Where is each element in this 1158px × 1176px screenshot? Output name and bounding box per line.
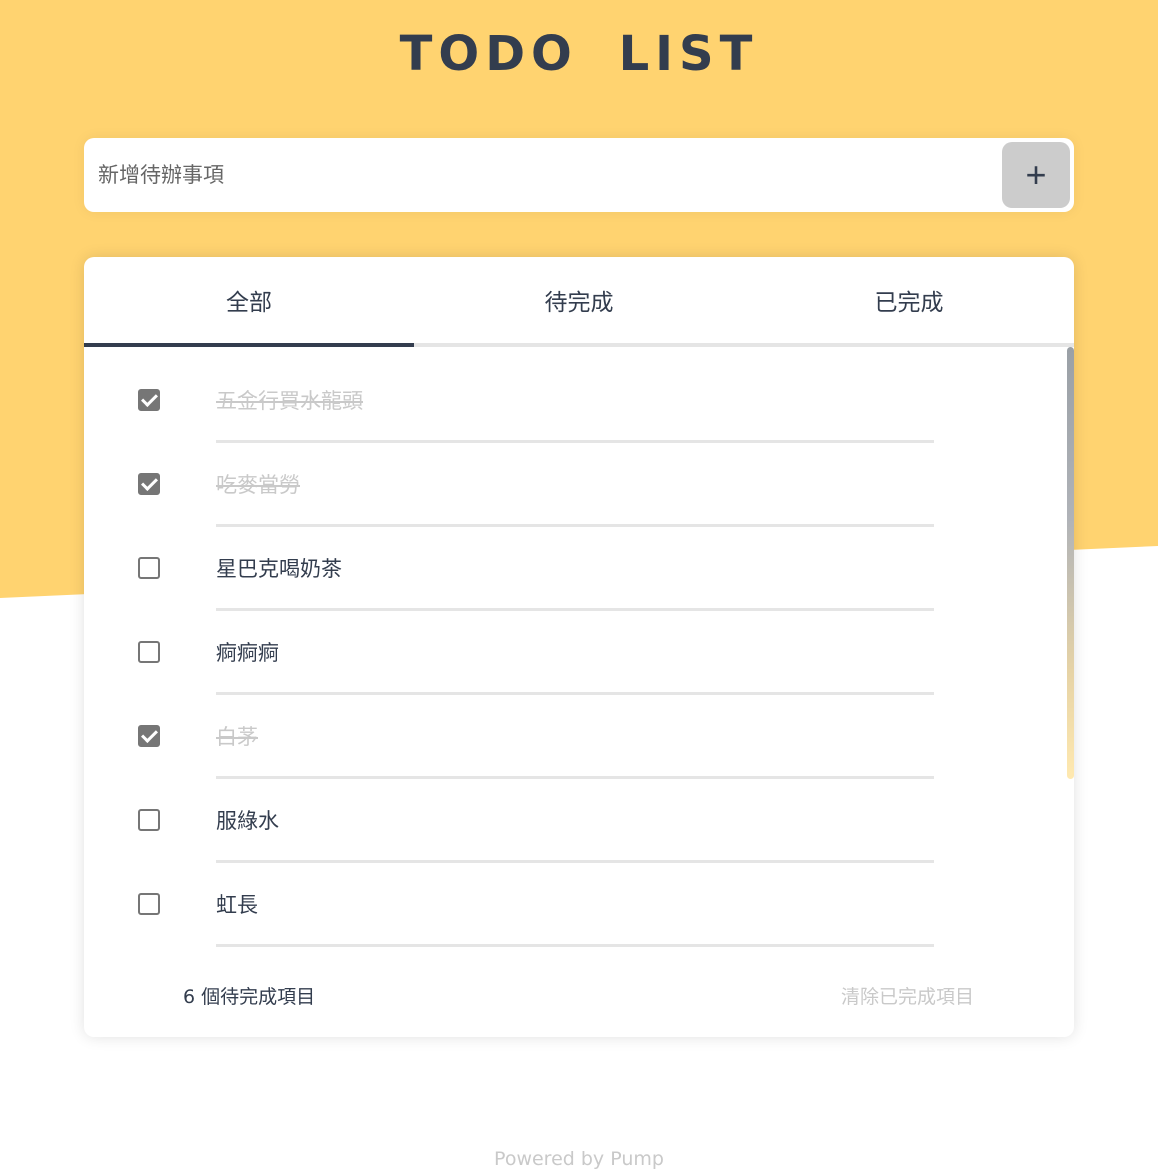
list-item: 虹長 bbox=[84, 873, 1074, 957]
add-button[interactable]: + bbox=[1002, 142, 1070, 208]
filter-tabs: 全部 待完成 已完成 bbox=[84, 257, 1074, 347]
todo-card: 全部 待完成 已完成 五金行買水龍頭 吃麥當勞 星巴克喝奶茶 痾痾痾 白茅 服綠… bbox=[84, 257, 1074, 1037]
list-item: 服綠水 bbox=[84, 789, 1074, 873]
tab-all[interactable]: 全部 bbox=[84, 257, 414, 347]
todo-checkbox[interactable] bbox=[138, 473, 160, 495]
list-item: 吃麥當勞 bbox=[84, 453, 1074, 537]
powered-by: Powered by Pump bbox=[494, 1148, 664, 1170]
todo-checkbox[interactable] bbox=[138, 725, 160, 747]
todo-checkbox[interactable] bbox=[138, 389, 160, 411]
todo-checkbox[interactable] bbox=[138, 557, 160, 579]
add-todo-bar: + bbox=[84, 138, 1074, 212]
tab-pending[interactable]: 待完成 bbox=[414, 257, 744, 347]
divider bbox=[216, 944, 934, 947]
todo-text: 吃麥當勞 bbox=[216, 473, 300, 497]
todo-checkbox[interactable] bbox=[138, 893, 160, 915]
tab-label: 已完成 bbox=[874, 290, 944, 316]
list-item: 五金行買水龍頭 bbox=[84, 369, 1074, 453]
plus-icon: + bbox=[1025, 154, 1047, 195]
divider bbox=[216, 692, 934, 695]
clear-completed-button[interactable]: 清除已完成項目 bbox=[841, 982, 974, 1009]
page-title: TODO LIST bbox=[399, 26, 759, 82]
divider bbox=[216, 776, 934, 779]
tab-completed[interactable]: 已完成 bbox=[744, 257, 1074, 347]
todo-text: 星巴克喝奶茶 bbox=[216, 557, 342, 581]
list-item: 星巴克喝奶茶 bbox=[84, 537, 1074, 621]
pending-count: 6 個待完成項目 bbox=[183, 986, 316, 1008]
divider bbox=[216, 440, 934, 443]
divider bbox=[216, 608, 934, 611]
todo-text: 痾痾痾 bbox=[216, 641, 279, 665]
list-item: 白茅 bbox=[84, 705, 1074, 789]
tab-label: 待完成 bbox=[544, 290, 614, 316]
divider bbox=[216, 524, 934, 527]
todo-text: 服綠水 bbox=[216, 809, 279, 833]
todo-checkbox[interactable] bbox=[138, 641, 160, 663]
tab-label: 全部 bbox=[226, 290, 272, 316]
todo-checkbox[interactable] bbox=[138, 809, 160, 831]
todo-text: 白茅 bbox=[216, 725, 258, 749]
add-todo-input[interactable] bbox=[84, 138, 984, 212]
list-item: 痾痾痾 bbox=[84, 621, 1074, 705]
divider bbox=[216, 860, 934, 863]
todo-text: 虹長 bbox=[216, 893, 258, 917]
todo-text: 五金行買水龍頭 bbox=[216, 389, 363, 413]
